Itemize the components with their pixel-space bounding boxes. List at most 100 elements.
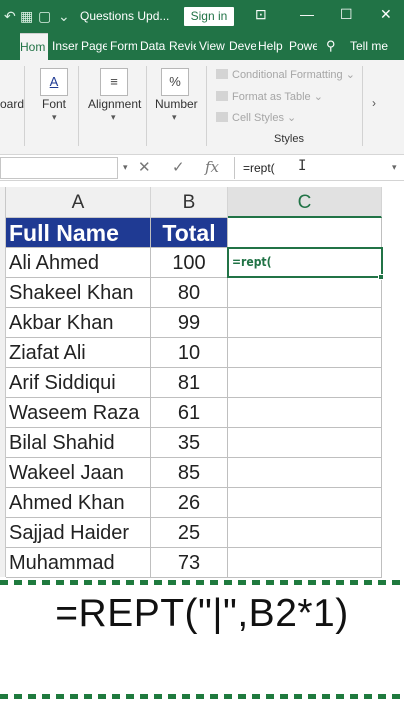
- close-icon[interactable]: ✕: [380, 6, 392, 23]
- tab-help[interactable]: Help: [258, 33, 286, 60]
- cell-c1[interactable]: [228, 218, 382, 248]
- ribbon-separator: [24, 66, 25, 146]
- format-as-table-icon: [216, 91, 228, 101]
- name-cell[interactable]: Waseem Raza: [6, 398, 151, 428]
- total-cell[interactable]: 26: [151, 488, 228, 518]
- ribbon-separator: [206, 66, 207, 146]
- cell-c[interactable]: [228, 428, 382, 458]
- lightbulb-icon[interactable]: ⚲: [326, 38, 336, 54]
- ribbon-home: oard A Font ▾ ≡ Alignment ▾ % Number ▾ C…: [0, 60, 404, 155]
- formula-bar: ▾ ✕ ✓ fx =rept(: [0, 155, 404, 181]
- insert-function-icon[interactable]: fx: [205, 158, 219, 176]
- window-title: Questions Upd...: [80, 9, 170, 23]
- fill-handle[interactable]: [378, 274, 384, 280]
- name-box[interactable]: [0, 157, 118, 179]
- chevron-down-icon[interactable]: ▾: [111, 112, 116, 123]
- active-cell-text: =rept(: [232, 255, 272, 269]
- tab-review[interactable]: Revie: [169, 33, 196, 60]
- column-header-a[interactable]: A: [6, 187, 151, 218]
- dashed-divider: [0, 694, 404, 699]
- sign-in-button[interactable]: Sign in: [184, 7, 234, 26]
- cell-styles-button[interactable]: Cell Styles ⌄: [216, 111, 296, 124]
- total-cell[interactable]: 85: [151, 458, 228, 488]
- total-cell[interactable]: 10: [151, 338, 228, 368]
- dashed-divider: [0, 580, 404, 585]
- cell-c[interactable]: [228, 308, 382, 338]
- tab-power-pivot[interactable]: Powe: [289, 33, 317, 60]
- header-cell-full-name[interactable]: Full Name: [6, 218, 151, 248]
- tab-home[interactable]: Hom: [20, 33, 48, 60]
- ribbon-separator: [362, 66, 363, 146]
- cancel-icon[interactable]: ✕: [138, 158, 151, 176]
- cell-styles-icon: [216, 112, 228, 122]
- tab-formulas[interactable]: Form: [110, 33, 137, 60]
- tab-data[interactable]: Data: [140, 33, 166, 60]
- cell-c[interactable]: [228, 548, 382, 578]
- undo-icon[interactable]: ↶: [4, 8, 16, 25]
- sheet-icon[interactable]: ▦: [20, 8, 33, 25]
- quick-access-dropdown-icon[interactable]: ⌄: [58, 8, 70, 25]
- name-cell[interactable]: Ziafat Ali: [6, 338, 151, 368]
- alignment-icon[interactable]: ≡: [100, 68, 128, 96]
- maximize-icon[interactable]: ☐: [340, 6, 353, 23]
- font-color-icon[interactable]: A: [40, 68, 68, 96]
- column-header-c[interactable]: C: [228, 187, 382, 218]
- ribbon-separator: [146, 66, 147, 146]
- ribbon-display-options-icon[interactable]: ⊡: [255, 6, 267, 23]
- cell-c[interactable]: [228, 368, 382, 398]
- cell-c[interactable]: [228, 338, 382, 368]
- chevron-down-icon[interactable]: ▾: [123, 162, 128, 173]
- conditional-formatting-icon: [216, 69, 228, 79]
- name-cell[interactable]: Shakeel Khan: [6, 278, 151, 308]
- tab-developer[interactable]: Deve: [229, 33, 256, 60]
- ribbon-tabs: Hom Inser Page Form Data Revie View Deve…: [0, 33, 404, 60]
- text-cursor-icon: I: [298, 158, 307, 174]
- tab-page-layout[interactable]: Page: [81, 33, 107, 60]
- styles-group-label: Styles: [274, 133, 304, 145]
- name-cell[interactable]: Ali Ahmed: [6, 248, 151, 278]
- formula-caption: =REPT("|",B2*1): [55, 592, 349, 635]
- save-icon[interactable]: ▢: [38, 8, 51, 25]
- column-header-b[interactable]: B: [151, 187, 228, 218]
- name-cell[interactable]: Akbar Khan: [6, 308, 151, 338]
- ribbon-scroll-right-icon[interactable]: ›: [372, 96, 376, 110]
- header-cell-total[interactable]: Total: [151, 218, 228, 248]
- formula-input[interactable]: =rept(: [234, 157, 404, 179]
- chevron-down-icon[interactable]: ▾: [52, 112, 57, 123]
- name-cell[interactable]: Muhammad: [6, 548, 151, 578]
- cell-c[interactable]: [228, 488, 382, 518]
- format-as-table-button[interactable]: Format as Table ⌄: [216, 90, 323, 103]
- total-cell[interactable]: 25: [151, 518, 228, 548]
- alignment-group-button[interactable]: Alignment: [88, 97, 141, 111]
- total-cell[interactable]: 80: [151, 278, 228, 308]
- total-cell[interactable]: 61: [151, 398, 228, 428]
- cell-c[interactable]: [228, 398, 382, 428]
- font-group-button[interactable]: Font: [42, 97, 66, 111]
- tab-view[interactable]: View: [199, 33, 226, 60]
- chevron-down-icon[interactable]: ▾: [172, 112, 177, 123]
- tab-insert[interactable]: Inser: [52, 33, 78, 60]
- minimize-icon[interactable]: —: [300, 6, 314, 22]
- cell-c[interactable]: [228, 458, 382, 488]
- total-cell[interactable]: 100: [151, 248, 228, 278]
- expand-formula-bar-icon[interactable]: ▾: [392, 162, 397, 173]
- total-cell[interactable]: 73: [151, 548, 228, 578]
- clipboard-group-label[interactable]: oard: [0, 97, 24, 111]
- name-cell[interactable]: Bilal Shahid: [6, 428, 151, 458]
- number-group-button[interactable]: Number: [155, 97, 198, 111]
- cell-c[interactable]: [228, 278, 382, 308]
- enter-icon[interactable]: ✓: [172, 158, 185, 176]
- name-cell[interactable]: Ahmed Khan: [6, 488, 151, 518]
- total-cell[interactable]: 81: [151, 368, 228, 398]
- name-cell[interactable]: Arif Siddiqui: [6, 368, 151, 398]
- cell-c[interactable]: [228, 518, 382, 548]
- total-cell[interactable]: 35: [151, 428, 228, 458]
- title-bar: ↶ ▦ ▢ ⌄ Questions Upd... Sign in ⊡ — ☐ ✕: [0, 0, 404, 33]
- conditional-formatting-button[interactable]: Conditional Formatting ⌄: [216, 68, 355, 81]
- name-cell[interactable]: Sajjad Haider: [6, 518, 151, 548]
- name-cell[interactable]: Wakeel Jaan: [6, 458, 151, 488]
- total-cell[interactable]: 99: [151, 308, 228, 338]
- tell-me-search[interactable]: Tell me: [350, 33, 404, 60]
- ribbon-separator: [78, 66, 79, 146]
- percent-icon[interactable]: %: [161, 68, 189, 96]
